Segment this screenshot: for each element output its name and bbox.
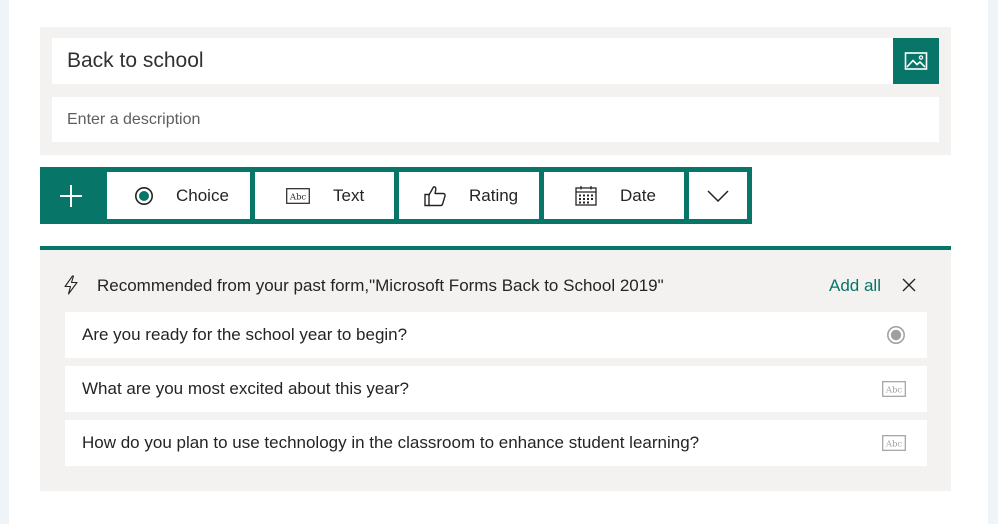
add-question-button[interactable] — [40, 167, 102, 224]
recommended-question-text: What are you most excited about this yea… — [82, 379, 409, 398]
close-icon — [902, 278, 916, 292]
radio-icon — [886, 325, 906, 345]
form-description-input[interactable] — [52, 97, 939, 142]
question-type-toolbar: Choice Abc Text Rating Date — [40, 167, 752, 224]
chevron-down-icon — [707, 189, 729, 202]
abc-text-icon: Abc — [286, 187, 310, 204]
close-recommendations-button[interactable] — [900, 276, 918, 294]
recommendations-title: Recommended from your past form,"Microso… — [97, 276, 664, 295]
plus-icon — [60, 184, 82, 207]
image-icon — [904, 52, 928, 70]
form-title-input[interactable]: Back to school — [52, 38, 893, 84]
add-all-link[interactable]: Add all — [829, 276, 881, 296]
text-label: Text — [333, 185, 365, 205]
choice-label: Choice — [176, 185, 229, 205]
form-editor-page: Back to school Choice — [9, 0, 988, 524]
recommendations-panel: Recommended from your past form,"Microso… — [40, 246, 951, 491]
form-title-text: Back to school — [67, 49, 204, 72]
radio-icon — [134, 186, 154, 206]
abc-text-icon: Abc — [882, 435, 906, 451]
svg-text:Abc: Abc — [885, 386, 903, 396]
calendar-icon — [575, 185, 597, 206]
date-label: Date — [620, 185, 656, 205]
recommended-question-item[interactable]: Are you ready for the school year to beg… — [65, 312, 927, 358]
more-question-types-button[interactable] — [689, 172, 747, 219]
rating-question-button[interactable]: Rating — [399, 172, 539, 219]
choice-question-button[interactable]: Choice — [107, 172, 250, 219]
abc-text-icon: Abc — [882, 381, 906, 397]
recommendations-header: Recommended from your past form,"Microso… — [40, 250, 951, 312]
thumbs-up-icon — [423, 185, 447, 207]
recommended-question-text: Are you ready for the school year to beg… — [82, 325, 408, 344]
svg-text:Abc: Abc — [289, 192, 307, 202]
date-question-button[interactable]: Date — [544, 172, 684, 219]
recommended-question-text: How do you plan to use technology in the… — [82, 433, 700, 452]
recommended-question-item[interactable]: What are you most excited about this yea… — [65, 366, 927, 412]
form-header-card: Back to school — [40, 27, 951, 155]
recommended-question-item[interactable]: How do you plan to use technology in the… — [65, 420, 927, 466]
text-question-button[interactable]: Abc Text — [255, 172, 394, 219]
svg-text:Abc: Abc — [885, 440, 903, 450]
insert-image-button[interactable] — [893, 38, 939, 84]
rating-label: Rating — [469, 185, 519, 205]
lightning-bolt-icon — [63, 275, 79, 300]
